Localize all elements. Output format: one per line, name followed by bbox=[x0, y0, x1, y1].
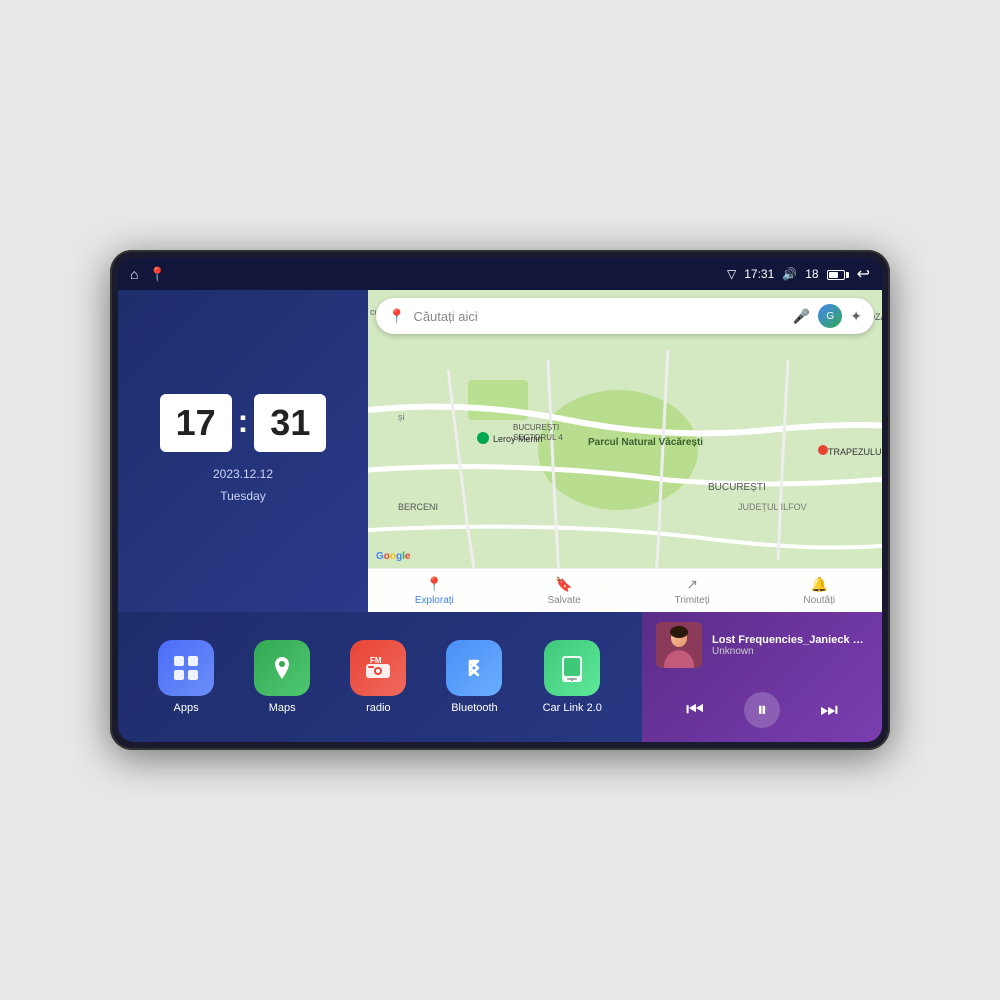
maps-logo-icon: 📍 bbox=[388, 308, 405, 325]
app-icons-area: Apps Maps bbox=[118, 612, 642, 742]
volume-icon: 🔊 bbox=[782, 267, 797, 281]
map-widget[interactable]: Parcul Natural Văcărești BUCUREȘTI JUDEȚ… bbox=[368, 290, 882, 612]
car-display-device: ⌂ 📍 ▽ 17:31 🔊 18 ↩ bbox=[110, 250, 890, 750]
music-thumbnail bbox=[656, 622, 702, 668]
signal-icon: ▽ bbox=[727, 267, 736, 281]
app-item-bluetooth[interactable]: Bluetooth bbox=[446, 640, 502, 714]
bluetooth-icon-wrapper bbox=[446, 640, 502, 696]
saved-icon: 🔖 bbox=[555, 576, 572, 593]
main-area: 17 : 31 2023.12.12 Tuesday bbox=[118, 290, 882, 742]
clock-colon: : bbox=[238, 403, 249, 440]
clock-widget: 17 : 31 2023.12.12 Tuesday bbox=[118, 290, 368, 612]
apps-label: Apps bbox=[174, 702, 199, 714]
battery-icon bbox=[827, 267, 849, 281]
svg-text:FM: FM bbox=[370, 656, 382, 665]
clock-display: 17 : 31 bbox=[160, 394, 327, 452]
music-artist: Unknown bbox=[712, 646, 868, 657]
top-section: 17 : 31 2023.12.12 Tuesday bbox=[118, 290, 882, 612]
radio-icon: FM bbox=[350, 640, 406, 696]
maps-pin-icon[interactable]: 📍 bbox=[148, 266, 165, 283]
saved-label: Salvate bbox=[547, 595, 580, 606]
time-display: 17:31 bbox=[744, 267, 774, 281]
maps-label: Maps bbox=[269, 702, 296, 714]
google-logo: Google bbox=[376, 551, 410, 562]
volume-level: 18 bbox=[805, 267, 818, 281]
svg-text:BUCUREȘTI: BUCUREȘTI bbox=[708, 482, 766, 493]
news-icon: 🔔 bbox=[811, 576, 828, 593]
map-bottom-nav: 📍 Explorați 🔖 Salvate ↗ Trimiteți 🔔 bbox=[368, 568, 882, 612]
map-nav-send[interactable]: ↗ Trimiteți bbox=[675, 576, 710, 606]
send-label: Trimiteți bbox=[675, 595, 710, 606]
explore-icon: 📍 bbox=[426, 576, 443, 593]
explore-label: Explorați bbox=[415, 595, 454, 606]
send-icon: ↗ bbox=[686, 576, 698, 593]
home-icon[interactable]: ⌂ bbox=[130, 266, 138, 282]
map-nav-news[interactable]: 🔔 Noutăți bbox=[803, 576, 835, 606]
status-left-icons: ⌂ 📍 bbox=[130, 266, 166, 283]
search-actions: 🎤 G ✦ bbox=[793, 304, 862, 328]
clock-minutes: 31 bbox=[254, 394, 326, 452]
maps-icon bbox=[254, 640, 310, 696]
status-right-info: ▽ 17:31 🔊 18 ↩ bbox=[727, 264, 870, 284]
user-avatar[interactable]: G bbox=[818, 304, 842, 328]
svg-text:Parcul Natural Văcărești: Parcul Natural Văcărești bbox=[588, 437, 703, 448]
svg-text:TRAPEZULUI: TRAPEZULUI bbox=[828, 447, 882, 457]
back-icon[interactable]: ↩ bbox=[857, 264, 870, 284]
more-icon[interactable]: ✦ bbox=[850, 308, 862, 325]
map-search-bar[interactable]: 📍 Căutați aici 🎤 G ✦ bbox=[376, 298, 874, 334]
prev-button[interactable]: ⏮ bbox=[686, 699, 704, 722]
carlink-icon bbox=[544, 640, 600, 696]
clock-date: 2023.12.12 Tuesday bbox=[213, 464, 273, 507]
apps-icon bbox=[158, 640, 214, 696]
svg-text:Leroy Merlin: Leroy Merlin bbox=[493, 434, 543, 444]
app-item-maps[interactable]: Maps bbox=[254, 640, 310, 714]
app-item-carlink[interactable]: Car Link 2.0 bbox=[543, 640, 602, 714]
microphone-icon[interactable]: 🎤 bbox=[793, 308, 810, 325]
carlink-label: Car Link 2.0 bbox=[543, 702, 602, 714]
svg-text:BERCENI: BERCENI bbox=[398, 502, 438, 512]
radio-label: radio bbox=[366, 702, 390, 714]
next-button[interactable]: ⏭ bbox=[820, 699, 838, 722]
clock-hours: 17 bbox=[160, 394, 232, 452]
music-title: Lost Frequencies_Janieck Devy-... bbox=[712, 634, 868, 646]
news-label: Noutăți bbox=[803, 595, 835, 606]
bottom-section: Apps Maps bbox=[118, 612, 882, 742]
play-pause-button[interactable]: ⏸ bbox=[744, 692, 780, 728]
app-item-radio[interactable]: FM radio bbox=[350, 640, 406, 714]
music-controls: ⏮ ⏸ ⏭ bbox=[656, 688, 868, 732]
screen: ⌂ 📍 ▽ 17:31 🔊 18 ↩ bbox=[118, 258, 882, 742]
music-player: Lost Frequencies_Janieck Devy-... Unknow… bbox=[642, 612, 882, 742]
map-nav-saved[interactable]: 🔖 Salvate bbox=[547, 576, 580, 606]
map-nav-explore[interactable]: 📍 Explorați bbox=[415, 576, 454, 606]
svg-text:JUDEȚUL ILFOV: JUDEȚUL ILFOV bbox=[738, 502, 807, 512]
status-bar: ⌂ 📍 ▽ 17:31 🔊 18 ↩ bbox=[118, 258, 882, 290]
bluetooth-label: Bluetooth bbox=[451, 702, 497, 714]
music-info: Lost Frequencies_Janieck Devy-... Unknow… bbox=[656, 622, 868, 668]
svg-text:BUCUREȘTI: BUCUREȘTI bbox=[513, 423, 559, 432]
search-placeholder[interactable]: Căutați aici bbox=[413, 309, 784, 324]
svg-text:și: și bbox=[398, 412, 405, 422]
map-background: Parcul Natural Văcărești BUCUREȘTI JUDEȚ… bbox=[368, 290, 882, 612]
app-item-apps[interactable]: Apps bbox=[158, 640, 214, 714]
album-art bbox=[656, 622, 702, 668]
music-text: Lost Frequencies_Janieck Devy-... Unknow… bbox=[712, 634, 868, 657]
